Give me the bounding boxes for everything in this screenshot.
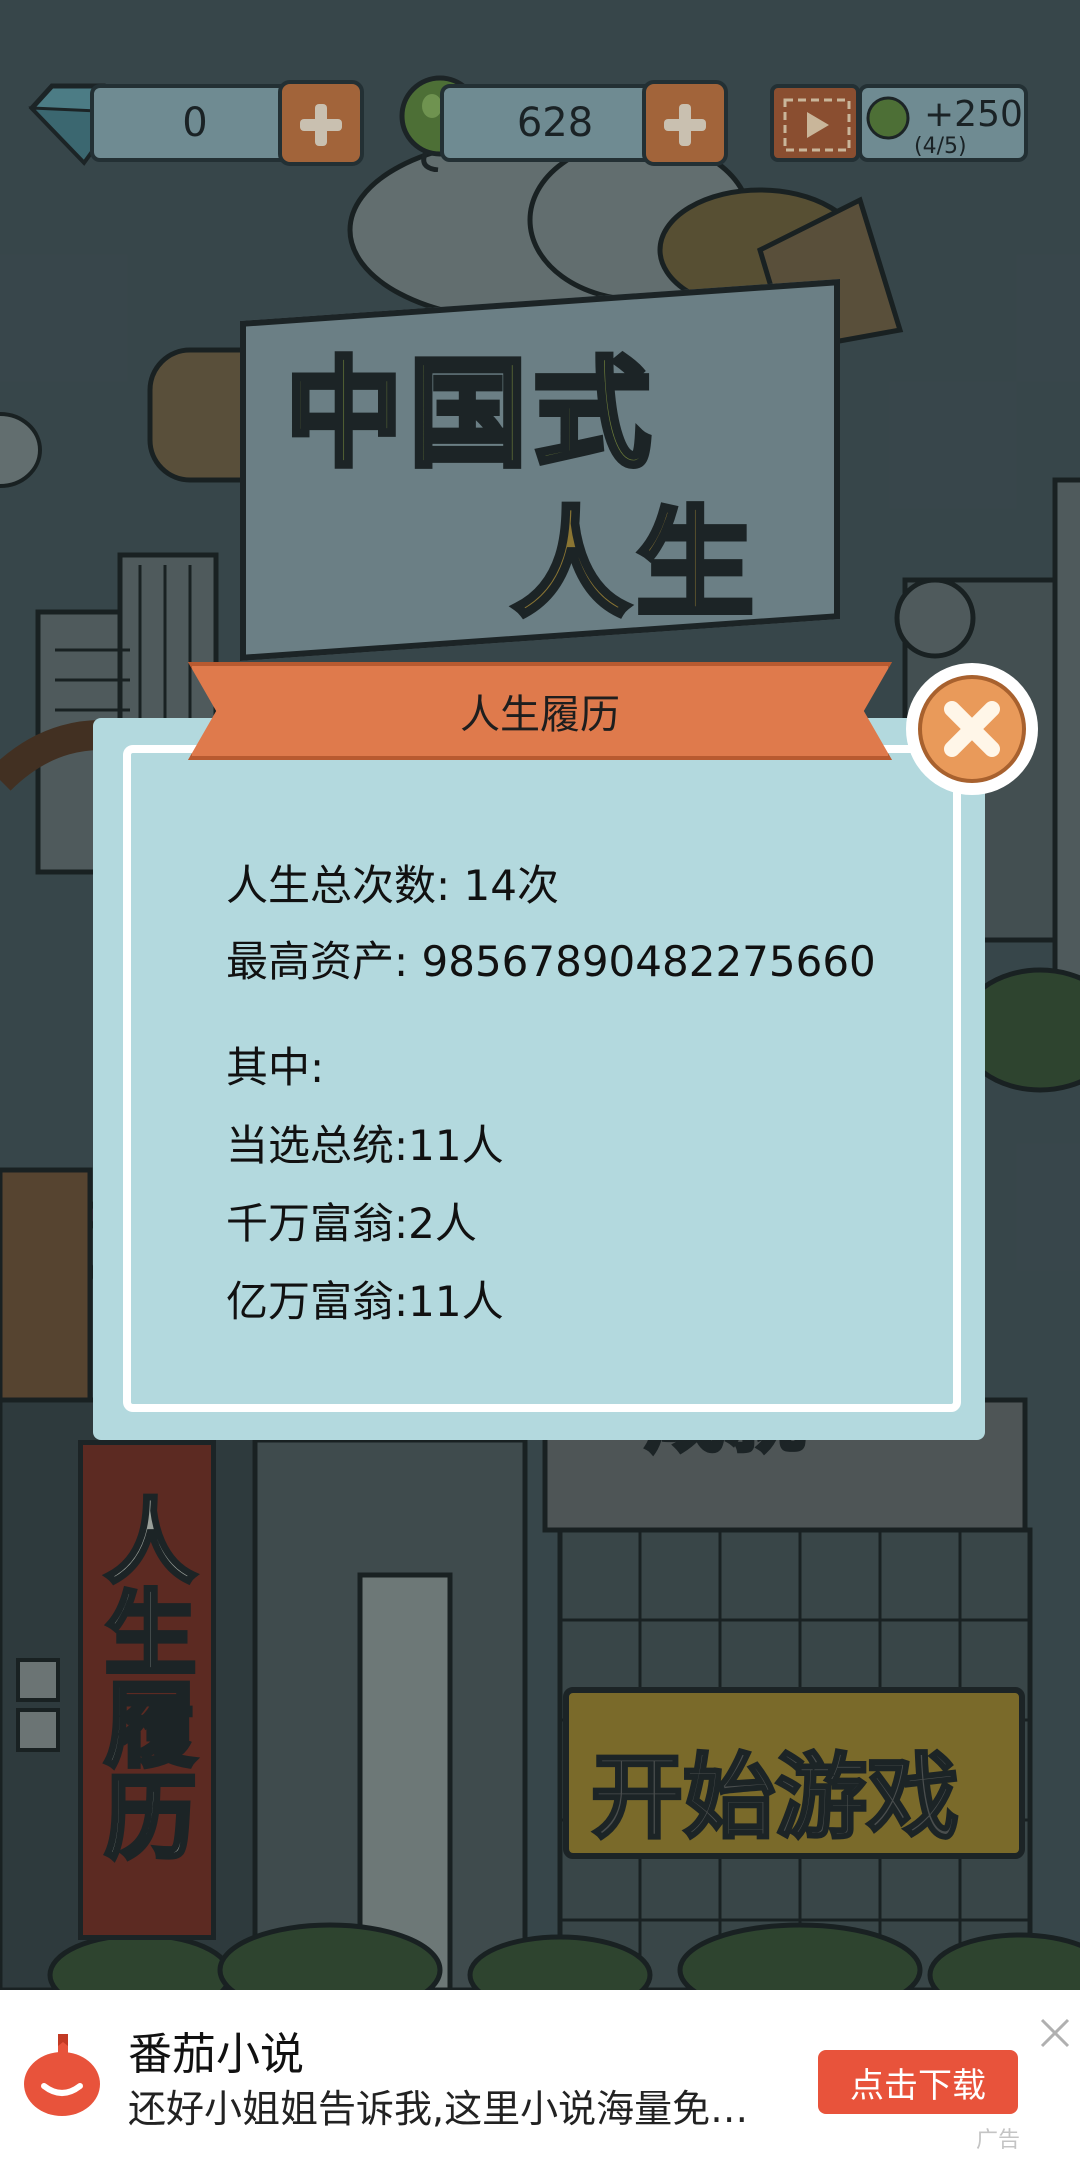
gems-counter: 0 — [90, 84, 300, 162]
watch-video-button[interactable] — [770, 84, 860, 162]
ad-description: 还好小姐姐告诉我,这里小说海量免费阅读 — [128, 2087, 768, 2131]
leaf-counter: 628 — [440, 84, 670, 162]
add-leaves-button[interactable] — [642, 80, 728, 166]
dialog-title: 人生履历 — [460, 692, 620, 738]
total-lives-stat: 人生总次数: 14次 — [226, 861, 559, 910]
president-stat: 当选总统:11人 — [226, 1121, 504, 1170]
play-video-icon — [783, 98, 851, 152]
history-menu-button[interactable]: 人生履历 — [78, 1440, 216, 1940]
max-assets-stat: 最高资产: 98567890482275660 — [226, 937, 876, 986]
game-title-line2: 人生 — [509, 493, 761, 636]
close-icon — [944, 701, 1000, 757]
gems-count: 0 — [182, 100, 208, 146]
leaf-count: 628 — [516, 100, 594, 146]
leaf-currency-icon — [866, 96, 910, 140]
start-game-label: 开始游戏 — [589, 1743, 960, 1853]
video-reward-progress: (4/5) — [914, 134, 967, 159]
among-label: 其中: — [226, 1043, 325, 1092]
add-gems-button[interactable] — [278, 80, 364, 166]
history-menu-label: 人生履历 — [87, 1491, 198, 1863]
close-button-disc — [918, 675, 1026, 783]
game-title-line1: 中国式 — [282, 343, 658, 486]
video-reward-amount: +250 — [924, 94, 1023, 135]
video-reward-panel: +250 (4/5) — [858, 84, 1028, 162]
ad-app-name: 番茄小说 — [128, 2029, 304, 2080]
game-screen: 0 628 +250 (4/5) 中国式 人生 人生履历 开始游戏 人生履历 人… — [0, 0, 1080, 2160]
ad-close-icon[interactable] — [1038, 2016, 1072, 2050]
ad-download-button[interactable]: 点击下载 — [818, 2050, 1018, 2114]
ad-label: 广告 — [976, 2128, 1021, 2153]
start-game-button[interactable]: 开始游戏 — [563, 1687, 1025, 1859]
close-dialog-button[interactable] — [906, 663, 1038, 795]
ten-million-stat: 千万富翁:2人 — [226, 1199, 477, 1248]
billionaire-stat: 亿万富翁:11人 — [226, 1277, 504, 1326]
tomato-novel-logo-icon — [24, 2034, 100, 2116]
